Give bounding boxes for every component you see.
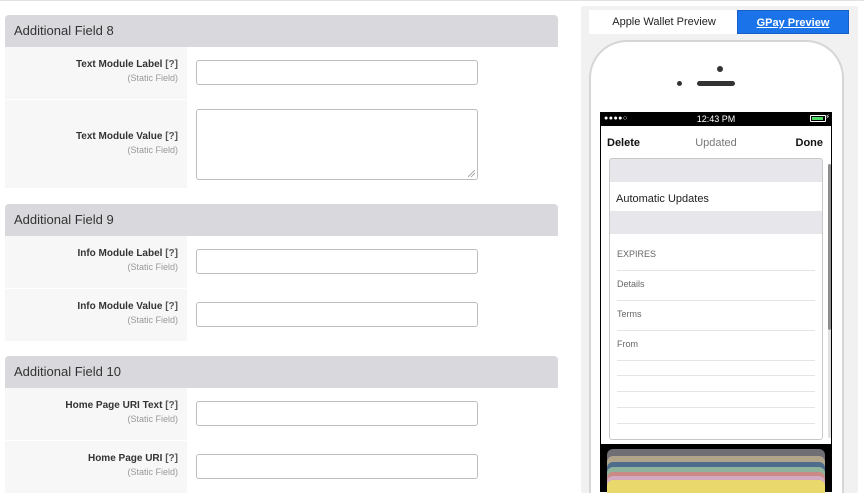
charging-bolt-icon: ⚡	[825, 114, 830, 121]
text-module-value-textarea[interactable]	[196, 109, 478, 180]
static-field-note: (Static Field)	[127, 467, 178, 477]
help-link[interactable]: [?]	[165, 453, 178, 464]
form-row-text-module-label: Text Module Label [?] (Static Field)	[5, 47, 558, 100]
detail-divider	[617, 360, 815, 361]
section-additional-field-9: Additional Field 9 Info Module Label [?]…	[5, 204, 558, 342]
help-link[interactable]: [?]	[165, 131, 178, 142]
field-label: Info Module Value [?]	[77, 301, 178, 312]
form-row-info-module-label: Info Module Label [?] (Static Field)	[5, 236, 558, 289]
field-input-cell	[187, 236, 558, 288]
detail-divider	[617, 391, 815, 392]
form-row-home-page-uri: Home Page URI [?] (Static Field)	[5, 441, 558, 493]
field-label: Text Module Value [?]	[75, 131, 178, 142]
scrollbar-track[interactable]	[828, 330, 831, 438]
wallet-card	[607, 480, 825, 493]
card-separator-band	[610, 211, 822, 234]
wallet-card-stack	[601, 445, 831, 493]
pass-nav-bar: Delete Updated Done	[601, 126, 831, 158]
static-field-note: (Static Field)	[127, 315, 178, 325]
field-label-cell: Text Module Label [?] (Static Field)	[5, 47, 187, 99]
info-module-value-input[interactable]	[196, 302, 478, 327]
field-input-cell	[187, 47, 558, 99]
field-input-cell	[187, 289, 558, 341]
detail-divider	[617, 270, 815, 271]
section-additional-field-8: Additional Field 8 Text Module Label [?]…	[5, 15, 558, 189]
help-link[interactable]: [?]	[165, 400, 178, 411]
detail-item-from: From	[617, 339, 638, 349]
help-link[interactable]: [?]	[165, 59, 178, 70]
pass-back-card: Automatic Updates EXPIRES Details Terms …	[609, 158, 823, 440]
tab-apple-wallet-preview[interactable]: Apple Wallet Preview	[589, 10, 739, 34]
status-time: 12:43 PM	[696, 114, 736, 124]
field-label-cell: Info Module Label [?] (Static Field)	[5, 236, 187, 288]
resize-grip-icon[interactable]	[468, 170, 475, 177]
static-field-note: (Static Field)	[127, 145, 178, 155]
automatic-updates-label[interactable]: Automatic Updates	[616, 193, 709, 205]
field-label: Home Page URI Text [?]	[65, 400, 178, 411]
field-label: Info Module Label [?]	[77, 248, 178, 259]
home-page-uri-input[interactable]	[196, 454, 478, 479]
status-bar: ●●●●○ 12:43 PM ⚡	[600, 112, 832, 126]
section-title: Additional Field 10	[5, 356, 558, 388]
detail-divider	[617, 300, 815, 301]
detail-divider	[617, 407, 815, 408]
pass-preview-panel: Apple Wallet Preview GPay Preview ●●●●○ …	[581, 6, 858, 493]
front-sensor-icon	[717, 66, 723, 72]
section-additional-field-10: Additional Field 10 Home Page URI Text […	[5, 356, 558, 493]
battery-icon	[810, 115, 826, 122]
speaker-icon	[697, 81, 735, 86]
field-label: Text Module Label [?]	[75, 59, 178, 70]
phone-mockup: ●●●●○ 12:43 PM ⚡ Delete Updated Done Aut…	[589, 40, 844, 493]
help-link[interactable]: [?]	[165, 301, 178, 312]
form-row-home-page-uri-text: Home Page URI Text [?] (Static Field)	[5, 388, 558, 441]
help-link[interactable]: [?]	[165, 248, 178, 259]
done-button[interactable]: Done	[796, 137, 824, 149]
top-divider	[0, 0, 864, 1]
form-row-text-module-value: Text Module Value [?] (Static Field)	[5, 100, 558, 189]
info-module-label-input[interactable]	[196, 249, 478, 274]
static-field-note: (Static Field)	[127, 414, 178, 424]
field-label: Home Page URI [?]	[87, 453, 178, 464]
tab-gpay-preview[interactable]: GPay Preview	[737, 10, 849, 34]
field-label-cell: Home Page URI [?] (Static Field)	[5, 441, 187, 493]
camera-icon	[677, 81, 682, 86]
field-label-cell: Text Module Value [?] (Static Field)	[5, 100, 187, 188]
field-label-cell: Home Page URI Text [?] (Static Field)	[5, 388, 187, 440]
field-input-cell	[187, 441, 558, 493]
static-field-note: (Static Field)	[127, 262, 178, 272]
detail-divider	[617, 375, 815, 376]
detail-item-terms: Terms	[617, 309, 642, 319]
field-input-cell	[187, 100, 558, 188]
detail-item-details: Details	[617, 279, 645, 289]
field-label-cell: Info Module Value [?] (Static Field)	[5, 289, 187, 341]
detail-divider	[617, 330, 815, 331]
detail-divider	[617, 423, 815, 424]
pass-back-panel: Automatic Updates EXPIRES Details Terms …	[601, 158, 831, 444]
field-input-cell	[187, 388, 558, 440]
home-page-uri-text-input[interactable]	[196, 401, 478, 426]
section-title: Additional Field 8	[5, 15, 558, 47]
card-header-band	[610, 159, 822, 182]
phone-screen: ●●●●○ 12:43 PM ⚡ Delete Updated Done Aut…	[600, 112, 832, 493]
text-module-label-input[interactable]	[196, 60, 478, 85]
detail-item-expires: EXPIRES	[617, 249, 657, 259]
section-title: Additional Field 9	[5, 204, 558, 236]
form-row-info-module-value: Info Module Value [?] (Static Field)	[5, 289, 558, 342]
scrollbar-thumb[interactable]	[828, 164, 831, 330]
static-field-note: (Static Field)	[127, 73, 178, 83]
